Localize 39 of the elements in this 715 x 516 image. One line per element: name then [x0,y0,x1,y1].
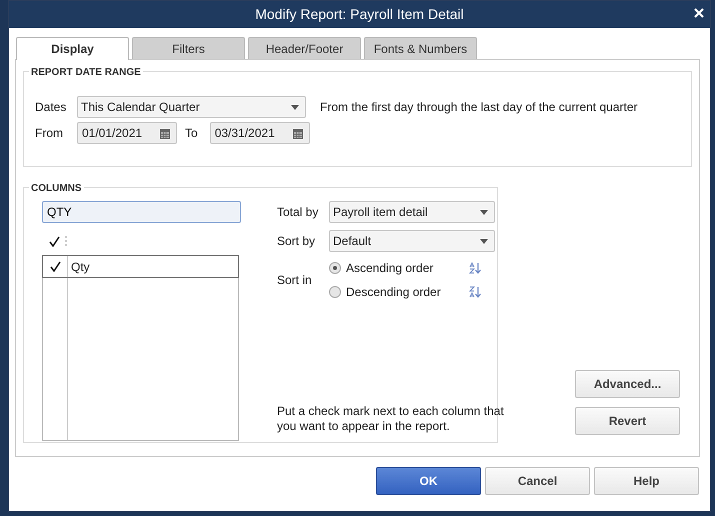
dialog-button[interactable]: Advanced... [575,370,680,398]
caret-icon [480,238,488,244]
check-icon [49,236,60,246]
radio-label[interactable]: Ascending order [346,259,464,277]
calendar-icon [160,128,170,138]
field-label: From [35,125,64,142]
sort-order-icon [469,286,481,298]
ok-button[interactable]: OK [376,467,481,495]
field-label: To [185,125,198,142]
radio-button[interactable] [329,286,341,298]
tab[interactable]: Display [16,37,129,60]
close-icon[interactable] [694,8,704,18]
search-field[interactable]: QTY [42,201,241,223]
field-label: Sort in [277,272,313,289]
radio-label[interactable]: Descending order [346,283,464,301]
dialog-button[interactable]: Revert [575,407,680,435]
tab[interactable]: Filters [132,37,245,59]
total-by-dropdown[interactable]: Payroll item detail [329,201,495,223]
field-label: Total by [277,204,320,221]
tab[interactable]: Fonts & Numbers [364,37,477,59]
sort-by-dropdown[interactable]: Default [329,230,495,252]
date-field[interactable]: 03/31/2021 [210,122,310,144]
sort-order-icon [469,262,481,274]
window-title: Modify Report: Payroll Item Detail [255,5,464,24]
date-range-description: From the first day through the last day of the current quarter [320,99,638,116]
column-divider-icon [65,236,67,246]
date-field[interactable]: 01/01/2021 [77,122,177,144]
dialog-button[interactable]: Help [594,467,699,495]
dialog-button[interactable]: Cancel [485,467,590,495]
dates-dropdown[interactable]: This Calendar Quarter [77,96,306,118]
caret-icon [480,210,488,214]
radio-button[interactable] [329,262,341,274]
field-label: Sort by [277,233,316,250]
caret-icon [291,104,299,110]
tab[interactable]: Header/Footer [248,37,361,59]
list-row[interactable]: Qty [42,255,239,278]
hint-text: Put a check mark next to each column that you want to appear in the report. [277,404,505,434]
calendar-icon [292,128,303,138]
field-label: Dates [35,99,68,116]
